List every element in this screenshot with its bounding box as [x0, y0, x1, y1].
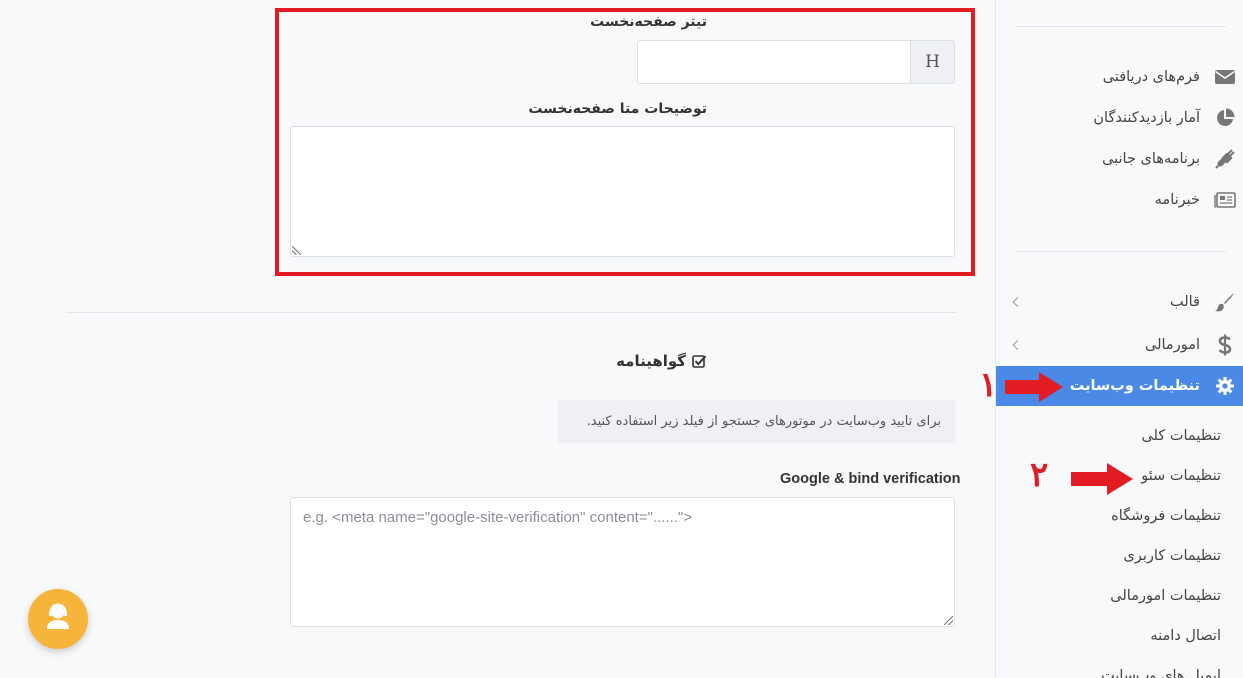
home-title-label: تیتر صفحه‌نخست	[590, 14, 707, 30]
annotation-step-2: ۲	[1030, 455, 1049, 495]
certificate-checkbox-row[interactable]: گواهینامه	[616, 352, 707, 370]
certificate-label: گواهینامه	[616, 352, 686, 370]
sidebar-divider	[1016, 251, 1226, 252]
sidebar: فرم‌های دریافتی آمار بازدیدکنندگان برنام…	[995, 0, 1243, 678]
annotation-step-1: ۱	[979, 365, 998, 405]
support-agent-icon	[43, 602, 73, 636]
chevron-left-icon	[1012, 340, 1023, 350]
resize-handle-icon[interactable]	[944, 616, 953, 625]
gear-icon	[1214, 375, 1236, 397]
plug-icon	[1214, 148, 1236, 170]
sidebar-item-received-forms[interactable]: فرم‌های دریافتی	[996, 57, 1243, 97]
annotation-arrow-icon	[1071, 463, 1133, 495]
submenu-general-settings[interactable]: تنظیمات کلی	[1141, 421, 1221, 451]
sidebar-item-finance[interactable]: امورمالی	[996, 325, 1243, 365]
verification-placeholder: e.g. <meta name="google-site-verificatio…	[303, 509, 693, 526]
verification-textarea[interactable]: e.g. <meta name="google-site-verificatio…	[290, 497, 955, 627]
sidebar-item-visitor-stats[interactable]: آمار بازدیدکنندگان	[996, 98, 1243, 138]
pie-chart-icon	[1214, 107, 1236, 129]
meta-description-label: توضیحات متا صفحه‌نخست	[528, 101, 707, 117]
info-text: برای تایید وب‌سایت در موتورهای جستجو از …	[586, 414, 941, 429]
annotation-arrow-icon	[1005, 372, 1063, 402]
section-divider	[66, 312, 956, 313]
chevron-left-icon	[1012, 297, 1023, 307]
verification-label: Google & bind verification	[780, 471, 961, 487]
sidebar-item-newsletter[interactable]: خبرنامه	[996, 180, 1243, 220]
newspaper-icon	[1214, 189, 1236, 211]
dollar-icon	[1214, 334, 1236, 356]
submenu-seo-settings[interactable]: تنظیمات سئو	[1141, 461, 1221, 491]
submenu-finance-settings[interactable]: تنظیمات امورمالی	[1110, 581, 1221, 611]
submenu-user-settings[interactable]: تنظیمات کاربری	[1124, 541, 1221, 571]
submenu-shop-settings[interactable]: تنظیمات فروشگاه	[1111, 501, 1221, 531]
main-content: تیتر صفحه‌نخست H توضیحات متا صفحه‌نخست گ…	[0, 0, 995, 678]
heading-addon-icon: H	[910, 40, 955, 84]
info-message: برای تایید وب‌سایت در موتورهای جستجو از …	[558, 400, 955, 443]
sidebar-item-theme[interactable]: قالب	[996, 282, 1243, 322]
sidebar-divider	[1016, 26, 1226, 27]
sidebar-item-side-apps[interactable]: برنامه‌های جانبی	[996, 139, 1243, 179]
submenu-website-emails[interactable]: ایمیل های وب‌سایت	[1101, 661, 1221, 678]
meta-description-textarea[interactable]	[290, 126, 955, 257]
home-title-input[interactable]: H	[637, 40, 955, 84]
envelope-icon	[1214, 66, 1236, 88]
checkbox-checked-icon[interactable]	[692, 354, 707, 369]
submenu-domain-connection[interactable]: اتصال دامنه	[1150, 621, 1221, 651]
resize-handle-icon[interactable]	[292, 246, 301, 255]
support-chat-button[interactable]	[28, 589, 88, 649]
paint-brush-icon	[1214, 291, 1236, 313]
